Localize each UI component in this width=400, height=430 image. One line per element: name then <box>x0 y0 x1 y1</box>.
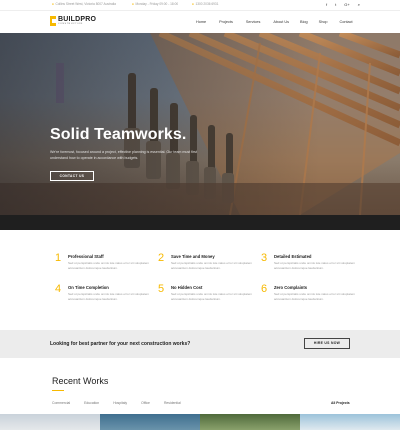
feature-text: Sed ut perspiciatis unde omnis iste natu… <box>274 292 356 301</box>
project-thumbnails <box>0 414 400 430</box>
search-icon[interactable]: ⌕ <box>358 2 360 7</box>
hours-info: ● Monday - Friday 09:00 - 18:00 <box>132 2 178 6</box>
phone-icon: ● <box>192 2 194 6</box>
main-navbar: BUILDPRO CONSTRUCTION Home Projects Serv… <box>0 11 400 33</box>
brand-tagline: CONSTRUCTION <box>58 23 83 26</box>
nav-item-about-us[interactable]: About Us <box>273 20 289 24</box>
project-filters: Commercial Education Hospitaly Office Re… <box>52 401 181 405</box>
project-thumbnail[interactable] <box>300 414 400 430</box>
feature-title: On Time Completion <box>68 285 109 290</box>
nav-item-home[interactable]: Home <box>196 20 206 24</box>
feature-number: 4 <box>55 283 62 295</box>
logo-mark-icon <box>50 16 56 26</box>
nav-item-shop[interactable]: Shop <box>319 20 328 24</box>
filter-hospitaly[interactable]: Hospitaly <box>113 401 127 405</box>
all-projects-link[interactable]: All Projects <box>331 401 350 405</box>
filter-office[interactable]: Office <box>141 401 150 405</box>
clock-icon: ● <box>132 2 134 6</box>
title-underline <box>52 390 64 391</box>
brand-logo[interactable]: BUILDPRO CONSTRUCTION <box>50 16 96 26</box>
feature-text: Sed ut perspiciatis unde omnis iste natu… <box>171 292 253 301</box>
hours-text: Monday - Friday 09:00 - 18:00 <box>135 2 179 6</box>
feature-title: No Hidden Cost <box>171 285 203 290</box>
hire-us-now-button[interactable]: HIRE US NOW <box>304 338 350 349</box>
phone-info: ● 1300 2036 6931 <box>192 2 218 6</box>
feature-number: 3 <box>261 252 268 264</box>
features-section: 1 Professional Staff Sed ut perspiciatis… <box>0 230 400 330</box>
nav-item-projects[interactable]: Projects <box>219 20 233 24</box>
hero-banner: Solid Teamworks. We're foremost, focused… <box>0 33 400 215</box>
twitter-icon[interactable]: t <box>335 2 336 7</box>
top-info-bar: ● Collins Street West, Victoria 8007 Aust… <box>0 0 400 11</box>
brand-name: BUILDPRO <box>58 16 97 24</box>
nav-item-blog[interactable]: Blog <box>300 20 308 24</box>
feature-text: Sed ut perspiciatis unde omnis iste natu… <box>68 261 150 270</box>
section-title: Recent Works <box>52 376 109 386</box>
project-thumbnail[interactable] <box>100 414 200 430</box>
cta-question: Looking for best partner for your next c… <box>50 341 191 347</box>
feature-number: 1 <box>55 252 62 264</box>
hero-description: We're foremost, focused around a project… <box>50 150 197 160</box>
social-links: f t G+ ⌕ <box>326 2 360 7</box>
address-info: ● Collins Street West, Victoria 8007 Aust… <box>52 2 116 6</box>
filter-commercial[interactable]: Commercial <box>52 401 70 405</box>
hero-overlay <box>0 33 400 215</box>
main-menu: Home Projects Services About Us Blog Sho… <box>190 20 353 24</box>
project-thumbnail[interactable] <box>200 414 300 430</box>
cta-band: Looking for best partner for your next c… <box>0 330 400 358</box>
feature-text: Sed ut perspiciatis unde omnis iste natu… <box>68 292 150 301</box>
recent-works-section: Recent Works Commercial Education Hospit… <box>0 358 400 430</box>
facebook-icon[interactable]: f <box>326 2 327 7</box>
phone-text: 1300 2036 6931 <box>195 2 219 6</box>
feature-number: 6 <box>261 283 268 295</box>
nav-item-contact[interactable]: Contact <box>340 20 353 24</box>
project-thumbnail[interactable] <box>0 414 100 430</box>
address-text: Collins Street West, Victoria 8007 Austr… <box>55 2 116 6</box>
hero-title: Solid Teamworks. <box>50 126 187 143</box>
filter-residential[interactable]: Residential <box>164 401 181 405</box>
hero-bottom-strip <box>0 215 400 230</box>
feature-title: Zero Complaints <box>274 285 308 290</box>
feature-text: Sed ut perspiciatis unde omnis iste natu… <box>171 261 253 270</box>
contact-us-button[interactable]: CONTACT US <box>50 171 94 181</box>
map-pin-icon: ● <box>52 2 54 6</box>
google-plus-icon[interactable]: G+ <box>344 2 349 7</box>
feature-title: Save Time and Money <box>171 254 215 259</box>
feature-text: Sed ut perspiciatis unde omnis iste natu… <box>274 261 356 270</box>
filter-education[interactable]: Education <box>84 401 99 405</box>
nav-item-services[interactable]: Services <box>246 20 261 24</box>
feature-title: Professional Staff <box>68 254 104 259</box>
feature-title: Detailed Estimated <box>274 254 312 259</box>
feature-number: 5 <box>158 283 165 295</box>
feature-number: 2 <box>158 252 165 264</box>
